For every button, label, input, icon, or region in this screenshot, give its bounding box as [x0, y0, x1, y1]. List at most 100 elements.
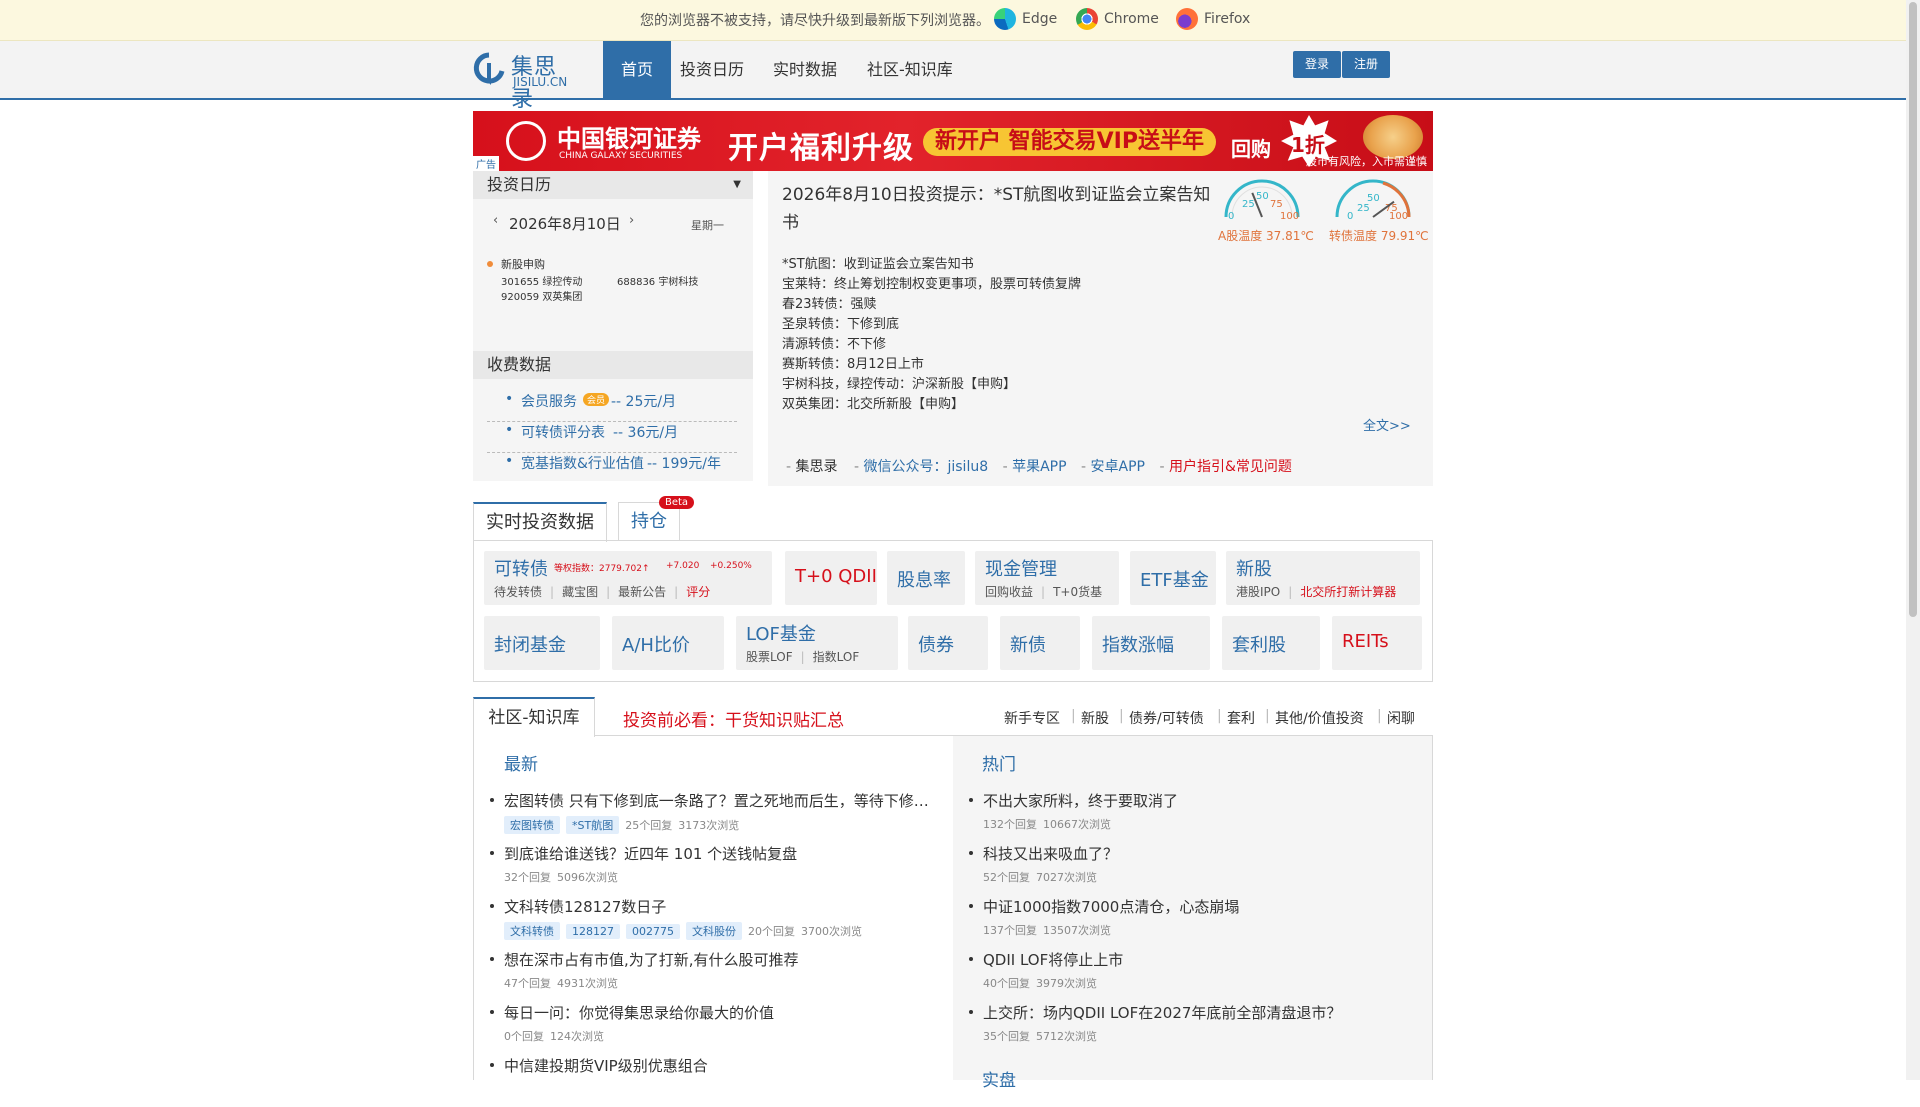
closed-fund-tile[interactable]: 封闭基金 — [484, 616, 600, 670]
hk-ipo-link[interactable]: 港股IPO — [1236, 585, 1280, 599]
lof-tile[interactable]: LOF基金 股票LOF | 指数LOF — [736, 616, 898, 670]
category-chat[interactable]: 闲聊 — [1387, 708, 1415, 728]
dividend-tile[interactable]: 股息率 — [887, 551, 965, 605]
nav-realtime[interactable]: 实时数据 — [759, 41, 851, 98]
convertible-tile[interactable]: 可转债 等权指数：2779.702↑ +7.020 +0.250% 待发转债 | 藏… — [484, 551, 772, 605]
scrollbar-thumb[interactable] — [1909, 2, 1917, 617]
nav-community[interactable]: 社区-知识库 — [853, 41, 967, 98]
qdii-tile[interactable]: T+0 QDII — [785, 551, 877, 605]
post-title[interactable]: 每日一问：你觉得集思录给你最大的价值 — [504, 1002, 934, 1023]
pending-cb-link[interactable]: 待发转债 — [494, 585, 542, 599]
list-item: 每日一问：你觉得集思录给你最大的价值 0个回复 124次浏览 — [490, 1002, 944, 1054]
cash-tile[interactable]: 现金管理 回购收益 | T+0货基 — [975, 551, 1119, 605]
tab-realtime-data[interactable]: 实时投资数据 — [473, 502, 607, 542]
index-lof-link[interactable]: 指数LOF — [813, 650, 860, 664]
site-logo[interactable]: 集思录 JISILU.CN — [473, 49, 573, 112]
nav-calendar[interactable]: 投资日历 — [666, 41, 758, 98]
login-button[interactable]: 登录 — [1293, 51, 1341, 78]
calendar-header[interactable]: 投资日历 ▼ — [473, 171, 753, 199]
user-guide-link[interactable]: 用户指引&常见问题 — [1169, 459, 1292, 475]
ipo-tile[interactable]: 新股 港股IPO | 北交所打新计算器 — [1226, 551, 1420, 605]
new-bond-tile[interactable]: 新债 — [1000, 616, 1080, 670]
etf-tile[interactable]: ETF基金 — [1130, 551, 1216, 605]
post-title[interactable]: 文科转债128127数日子 — [504, 896, 934, 917]
post-title[interactable]: 不出大家所料，终于要取消了 — [983, 790, 1413, 811]
ipo-title[interactable]: 新股 — [1236, 555, 1272, 581]
category-value[interactable]: 其他/价值投资 — [1275, 708, 1364, 728]
firefox-link[interactable]: Firefox — [1176, 8, 1250, 30]
page-scrollbar[interactable] — [1906, 0, 1920, 1080]
cb-index-label: 等权指数：2779.702↑ — [554, 564, 650, 574]
full-text-link[interactable]: 全文>> — [1363, 415, 1411, 434]
caret-down-icon[interactable]: ▼ — [733, 171, 741, 199]
prev-day-icon[interactable]: ‹ — [493, 213, 498, 228]
post-tag[interactable]: 宏图转债 — [504, 816, 560, 834]
edge-link[interactable]: Edge — [994, 8, 1057, 30]
money-fund-link[interactable]: T+0货基 — [1053, 585, 1102, 599]
cash-title[interactable]: 现金管理 — [985, 555, 1057, 581]
post-title[interactable]: 中信建投期货VIP级别优惠组合 — [504, 1055, 934, 1076]
post-title[interactable]: 中证1000指数7000点清仓，心态崩塌 — [983, 896, 1413, 917]
post-title[interactable]: 上交所：场内QDII LOF在2027年底前全部清盘退市？ — [983, 1002, 1413, 1023]
tab-community[interactable]: 社区-知识库 — [473, 697, 595, 737]
cb-temp-label: 转债温度 79.91℃ — [1329, 229, 1429, 243]
register-button[interactable]: 注册 — [1342, 51, 1390, 78]
android-app-link[interactable]: 安卓APP — [1091, 459, 1145, 475]
bond-tile[interactable]: 债券 — [908, 616, 988, 670]
convertible-title[interactable]: 可转债 — [494, 555, 548, 581]
arbitrage-tile[interactable]: 套利股 — [1222, 616, 1320, 670]
next-day-icon[interactable]: › — [629, 213, 634, 228]
ipo-stock[interactable]: 301655 绿控传动 — [501, 273, 582, 288]
category-arbitrage[interactable]: 套利 — [1227, 708, 1255, 728]
index-valuation-link[interactable]: 宽基指数&行业估值 — [521, 453, 644, 473]
ad-banner[interactable]: 中国银河证券 CHINA GALAXY SECURITIES 开户福利升级 新开… — [473, 111, 1433, 171]
reply-count: 32个回复 — [504, 871, 551, 884]
category-ipo[interactable]: 新股 — [1081, 708, 1109, 728]
ipo-stock[interactable]: 688836 宇树科技 — [617, 273, 698, 288]
banner-brand: 中国银河证券 — [557, 125, 701, 153]
treasure-map-link[interactable]: 藏宝图 — [562, 585, 598, 599]
post-tag[interactable]: 002775 — [626, 923, 680, 939]
repo-yield-link[interactable]: 回购收益 — [985, 585, 1033, 599]
reply-count: 47个回复 — [504, 977, 551, 990]
post-title[interactable]: 宏图转债 只有下修到底一条路了？置之死地而后生，等待下修… — [504, 790, 934, 811]
gauge-tick: 50 — [1367, 193, 1380, 204]
ah-ratio-tile[interactable]: A/H比价 — [612, 616, 724, 670]
browser-warning-bar: 您的浏览器不被支持，请尽快升级到最新版下列浏览器。 Edge Chrome Fi… — [0, 0, 1906, 41]
hot-posts: 热门 不出大家所料，终于要取消了 132个回复 10667次浏览 科技又出来吸血… — [953, 736, 1433, 1091]
bse-calc-link[interactable]: 北交所打新计算器 — [1300, 585, 1396, 599]
post-tag[interactable]: 文科股份 — [686, 922, 742, 940]
index-change-tile[interactable]: 指数涨幅 — [1092, 616, 1210, 670]
category-bond[interactable]: 债券/可转债 — [1129, 708, 1204, 728]
must-read-link[interactable]: 投资前必看：干货知识贴汇总 — [623, 706, 844, 731]
score-link[interactable]: 评分 — [686, 585, 710, 599]
post-tag[interactable]: 文科转债 — [504, 922, 560, 940]
nav-home[interactable]: 首页 — [603, 41, 671, 98]
lof-title[interactable]: LOF基金 — [746, 620, 816, 646]
chrome-link[interactable]: Chrome — [1076, 8, 1159, 30]
latest-notice-link[interactable]: 最新公告 — [618, 585, 666, 599]
paid-data-list: • 会员服务 会员 -- 25元/月 • 可转债评分表 -- 36元/月 • 宽… — [487, 391, 737, 481]
post-tag[interactable]: 128127 — [566, 923, 620, 939]
bond-title: 债券 — [918, 635, 954, 656]
category-newbie[interactable]: 新手专区 — [1004, 708, 1060, 728]
post-title[interactable]: 科技又出来吸血了？ — [983, 843, 1413, 864]
post-title[interactable]: 到底谁给谁送钱？近四年 101 个送钱帖复盘 — [504, 843, 934, 864]
post-tag[interactable]: *ST航图 — [566, 816, 620, 834]
post-title[interactable]: QDII LOF将停止上市 — [983, 949, 1413, 970]
reply-count: 132个回复 — [983, 818, 1037, 831]
view-count: 13507次浏览 — [1043, 924, 1111, 937]
tip-heading[interactable]: 2026年8月10日投资提示：*ST航图收到证监会立案告知书 — [782, 181, 1212, 237]
cb-score-link[interactable]: 可转债评分表 — [521, 422, 605, 442]
ipo-stock[interactable]: 920059 双英集团 — [501, 288, 582, 303]
top-navbar: 集思录 JISILU.CN 首页 投资日历 实时数据 社区-知识库 登录 注册 — [0, 41, 1906, 112]
stock-lof-link[interactable]: 股票LOF — [746, 650, 793, 664]
qdii-title: T+0 QDII — [795, 566, 877, 587]
reits-tile[interactable]: REITs — [1332, 616, 1422, 670]
ios-app-link[interactable]: 苹果APP — [1012, 459, 1066, 475]
post-title[interactable]: 想在深市占有市值,为了打新,有什么股可推荐 — [504, 949, 934, 970]
member-service-link[interactable]: 会员服务 — [521, 391, 577, 411]
galaxy-logo-icon — [506, 121, 546, 161]
jisilu-link[interactable]: 集思录 — [796, 459, 838, 475]
wechat-link[interactable]: 微信公众号：jisilu8 — [863, 459, 988, 475]
